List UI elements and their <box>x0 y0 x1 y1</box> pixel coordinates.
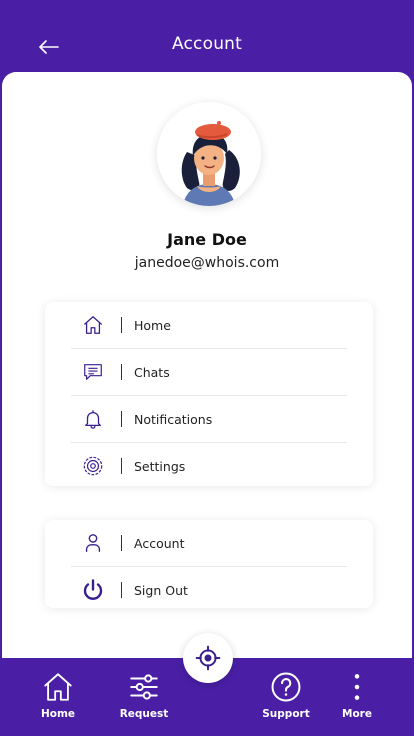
menu-item-label: Chats <box>134 364 170 380</box>
menu-item-settings[interactable]: Settings <box>45 443 373 489</box>
menu-separator <box>121 535 122 551</box>
menu-item-label: Account <box>134 535 185 551</box>
menu-item-notifications[interactable]: Notifications <box>45 396 373 442</box>
primary-menu-card: Home Chats Notifications Settings <box>45 302 373 486</box>
avatar[interactable] <box>157 102 261 206</box>
bottom-nav-home[interactable]: Home <box>28 670 88 720</box>
bottom-nav-request[interactable]: Request <box>114 670 174 720</box>
menu-item-home[interactable]: Home <box>45 302 373 348</box>
bottom-nav-support[interactable]: Support <box>256 670 316 720</box>
menu-separator <box>121 317 122 333</box>
menu-separator <box>121 364 122 380</box>
user-email: janedoe@whois.com <box>134 255 280 271</box>
main-content: Jane Doe janedoe@whois.com Home Chats No… <box>2 72 412 692</box>
menu-separator <box>121 411 122 427</box>
help-icon <box>271 672 301 702</box>
sliders-icon <box>130 674 158 700</box>
chat-icon <box>81 360 105 384</box>
menu-item-label: Sign Out <box>134 582 188 598</box>
bell-icon <box>81 407 105 431</box>
menu-item-label: Settings <box>134 458 186 474</box>
menu-item-chats[interactable]: Chats <box>45 349 373 395</box>
bottom-nav-label: Support <box>262 708 310 720</box>
menu-item-sign-out[interactable]: Sign Out <box>45 567 373 613</box>
home-icon <box>81 313 105 337</box>
more-vertical-icon <box>354 674 360 700</box>
menu-separator <box>121 582 122 598</box>
page-title: Account <box>171 34 243 54</box>
home-icon <box>44 673 72 701</box>
power-icon <box>81 578 105 602</box>
secondary-menu-card: Account Sign Out <box>45 520 373 608</box>
avatar-illustration <box>157 102 261 206</box>
menu-item-account[interactable]: Account <box>45 520 373 566</box>
menu-item-label: Home <box>134 317 171 333</box>
menu-item-label: Notifications <box>134 411 213 427</box>
bottom-nav-more[interactable]: More <box>327 670 387 720</box>
location-target-icon <box>195 645 221 671</box>
bottom-nav-label: More <box>342 708 372 720</box>
bottom-nav-label: Request <box>119 708 169 720</box>
user-icon <box>81 531 105 555</box>
location-fab-button[interactable] <box>183 633 233 683</box>
bottom-nav-label: Home <box>40 708 76 720</box>
menu-separator <box>121 458 122 474</box>
settings-icon <box>81 454 105 478</box>
user-name: Jane Doe <box>167 230 247 249</box>
